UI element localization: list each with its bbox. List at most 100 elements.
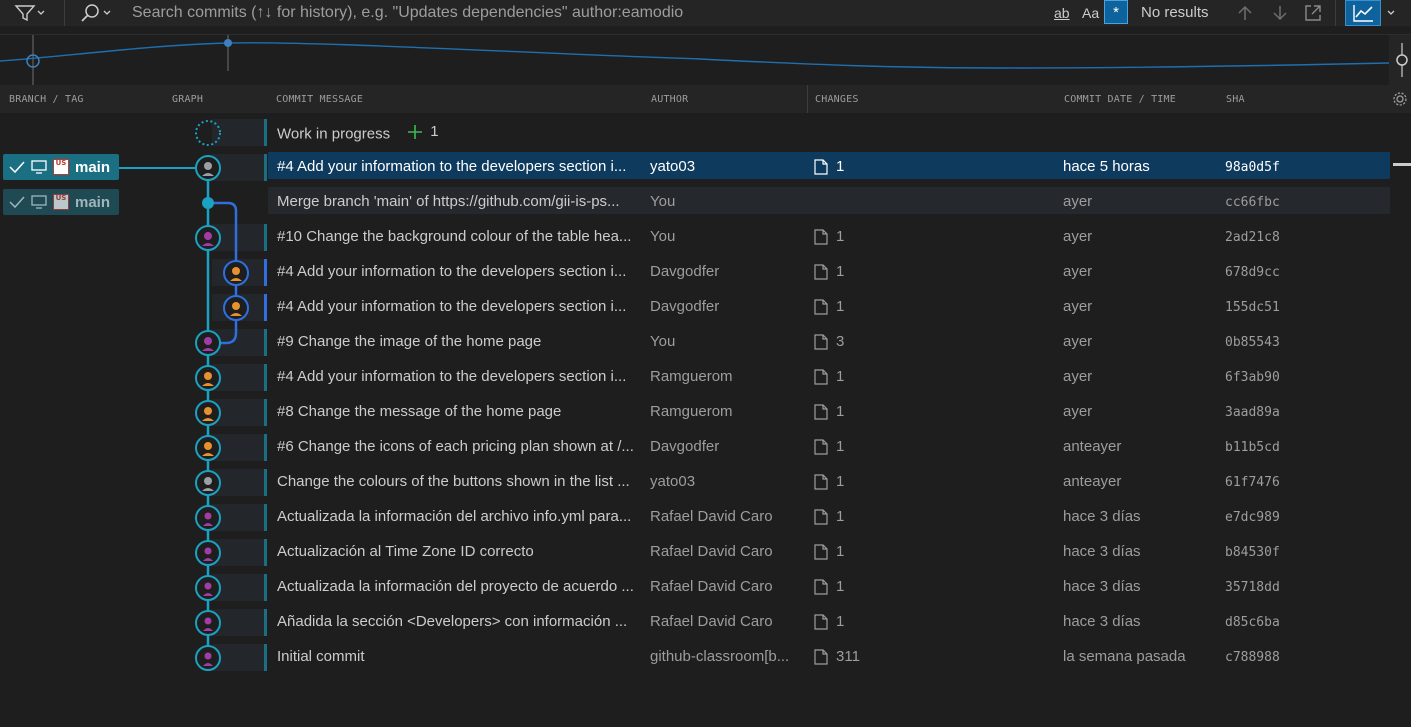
commit-message: Añadida la sección <Developers> con info… bbox=[277, 613, 628, 630]
commit-node[interactable] bbox=[195, 470, 221, 496]
commit-date: ayer bbox=[1063, 263, 1093, 280]
gear-icon[interactable] bbox=[1392, 91, 1408, 107]
chevron-down-icon bbox=[1387, 10, 1395, 15]
graph-column-header: BRANCH / TAG GRAPH COMMIT MESSAGE AUTHOR… bbox=[0, 85, 1411, 113]
commit-node[interactable] bbox=[195, 505, 221, 531]
search-toolbar: ab Aa * No results bbox=[0, 0, 1411, 26]
column-author[interactable]: AUTHOR bbox=[651, 94, 688, 105]
column-resize-handle[interactable] bbox=[807, 85, 808, 113]
commit-sha[interactable]: cc66fbc bbox=[1225, 195, 1325, 210]
filter-button[interactable] bbox=[14, 0, 46, 26]
commit-message: Actualizada la información del archivo i… bbox=[277, 508, 632, 525]
commit-sha[interactable]: 3aad89a bbox=[1225, 405, 1325, 420]
scrollbar-thumb[interactable] bbox=[1393, 163, 1411, 166]
commit-sha[interactable]: 35718dd bbox=[1225, 580, 1325, 595]
commit-sha[interactable]: e7dc989 bbox=[1225, 510, 1325, 525]
commit-node[interactable] bbox=[195, 155, 221, 181]
commit-sha[interactable]: c788988 bbox=[1225, 650, 1325, 665]
file-icon bbox=[814, 298, 828, 315]
commit-node[interactable] bbox=[195, 645, 221, 671]
column-graph[interactable]: GRAPH bbox=[172, 94, 203, 105]
chevron-down-icon bbox=[103, 10, 111, 15]
search-commits-input[interactable] bbox=[126, 0, 1046, 26]
commit-date: la semana pasada bbox=[1063, 648, 1186, 665]
regex-toggle-button[interactable]: * bbox=[1104, 0, 1128, 24]
commit-node[interactable] bbox=[195, 540, 221, 566]
commit-node[interactable] bbox=[223, 260, 249, 286]
commit-sha[interactable]: d85c6ba bbox=[1225, 615, 1325, 630]
previous-match-button[interactable] bbox=[1236, 0, 1254, 26]
chevron-down-icon bbox=[37, 10, 45, 15]
minimap-toggle-button[interactable] bbox=[1345, 0, 1381, 26]
commit-node[interactable] bbox=[195, 365, 221, 391]
changes-count: 1 bbox=[836, 438, 845, 455]
commit-sha[interactable]: 2ad21c8 bbox=[1225, 230, 1325, 245]
match-whole-word-button[interactable]: ab bbox=[1054, 0, 1070, 26]
commit-sha[interactable]: b84530f bbox=[1225, 545, 1325, 560]
search-mode-button[interactable] bbox=[80, 0, 112, 26]
commit-message: Initial commit bbox=[277, 648, 365, 665]
file-icon bbox=[814, 158, 828, 175]
commit-minimap[interactable] bbox=[0, 34, 1411, 85]
merge-node[interactable] bbox=[202, 197, 214, 209]
commit-sha[interactable]: 98a0d5f bbox=[1225, 160, 1325, 175]
commit-author: You bbox=[650, 193, 676, 210]
commit-sha[interactable]: 155dc51 bbox=[1225, 300, 1325, 315]
commit-author: Rafael David Caro bbox=[650, 613, 773, 630]
changes-count: 311 bbox=[836, 648, 860, 665]
commit-node[interactable] bbox=[195, 225, 221, 251]
commit-sha[interactable]: b11b5cd bbox=[1225, 440, 1325, 455]
commit-author: You bbox=[650, 333, 676, 350]
commit-node[interactable] bbox=[195, 610, 221, 636]
file-icon bbox=[814, 438, 828, 455]
commit-changes: 1 bbox=[814, 263, 934, 280]
wip-count-value: 1 bbox=[430, 123, 439, 140]
commit-date: ayer bbox=[1063, 333, 1093, 350]
commit-sha[interactable]: 61f7476 bbox=[1225, 475, 1325, 490]
commit-node[interactable] bbox=[195, 575, 221, 601]
changes-count: 1 bbox=[836, 403, 845, 420]
wip-message: Work in progress 1 bbox=[277, 123, 635, 143]
commit-date: ayer bbox=[1063, 368, 1093, 385]
column-commit-message[interactable]: COMMIT MESSAGE bbox=[276, 94, 363, 105]
commit-changes: 1 bbox=[814, 368, 934, 385]
commit-node[interactable] bbox=[195, 435, 221, 461]
column-changes[interactable]: CHANGES bbox=[815, 94, 859, 105]
column-sha[interactable]: SHA bbox=[1226, 94, 1245, 105]
match-case-button[interactable]: Aa bbox=[1082, 0, 1099, 26]
column-branch-tag[interactable]: BRANCH / TAG bbox=[9, 94, 84, 105]
changes-count: 1 bbox=[836, 508, 845, 525]
commit-message: #4 Add your information to the developer… bbox=[277, 158, 627, 175]
commit-node[interactable] bbox=[195, 330, 221, 356]
changes-count: 1 bbox=[836, 578, 845, 595]
commit-message: #4 Add your information to the developer… bbox=[277, 263, 627, 280]
file-icon bbox=[814, 508, 828, 525]
commit-changes: 1 bbox=[814, 298, 934, 315]
commit-node[interactable] bbox=[223, 295, 249, 321]
commit-message: #10 Change the background colour of the … bbox=[277, 228, 632, 245]
open-in-editor-button[interactable] bbox=[1303, 0, 1323, 26]
commit-message: Merge branch 'main' of https://github.co… bbox=[277, 193, 620, 210]
commit-date: ayer bbox=[1063, 193, 1093, 210]
commit-sha[interactable]: 0b85543 bbox=[1225, 335, 1325, 350]
minimap-activity-line bbox=[0, 35, 1390, 85]
file-icon bbox=[814, 263, 828, 280]
minimap-marker-panel bbox=[1389, 35, 1411, 85]
commit-changes: 311 bbox=[814, 648, 934, 665]
commit-changes: 1 bbox=[814, 613, 934, 630]
toolbar-divider bbox=[1335, 0, 1336, 26]
commit-message: Actualizada la información del proyecto … bbox=[277, 578, 634, 595]
commit-sha[interactable]: 678d9cc bbox=[1225, 265, 1325, 280]
changes-count: 1 bbox=[836, 263, 845, 280]
next-match-button[interactable] bbox=[1271, 0, 1289, 26]
column-commit-date[interactable]: COMMIT DATE / TIME bbox=[1064, 94, 1176, 105]
changes-count: 1 bbox=[836, 613, 845, 630]
commit-node[interactable] bbox=[195, 400, 221, 426]
wip-label: Work in progress bbox=[277, 125, 391, 143]
commit-sha[interactable]: 6f3ab90 bbox=[1225, 370, 1325, 385]
minimap-options-button[interactable] bbox=[1386, 0, 1396, 26]
changes-count: 1 bbox=[836, 158, 845, 175]
chart-line-icon bbox=[1353, 5, 1373, 22]
arrow-down-icon bbox=[1273, 6, 1287, 21]
commit-author: Ramguerom bbox=[650, 403, 733, 420]
